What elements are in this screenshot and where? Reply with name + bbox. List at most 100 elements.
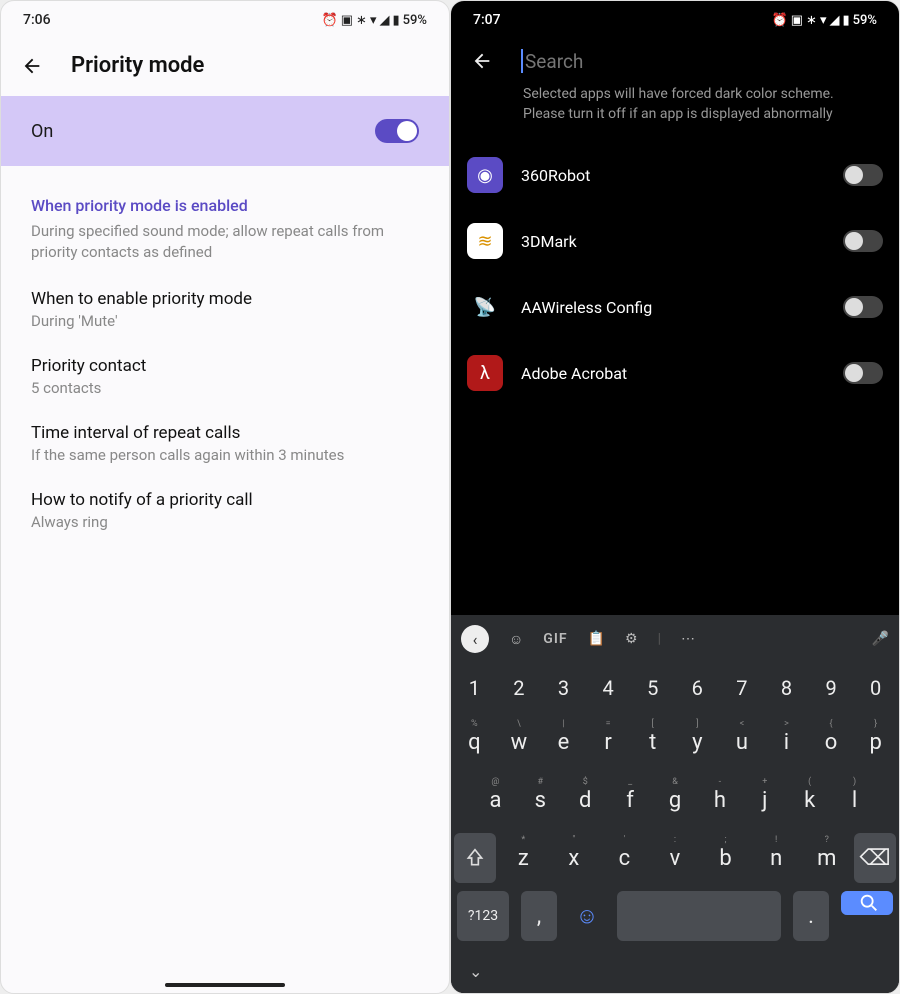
kb-collapse-left-icon[interactable]: ‹ <box>461 625 489 653</box>
mic-icon[interactable]: 🎤 <box>872 631 889 647</box>
space-key[interactable] <box>617 891 781 941</box>
key-v[interactable]: :v <box>652 833 699 883</box>
battery-icon: ▮ <box>842 13 849 28</box>
app-row: λAdobe Acrobat <box>467 340 883 406</box>
status-bar: 7:06 ⏰ ▣ ∗ ▾ ◢ ▮ 59% <box>1 1 449 31</box>
key-a[interactable]: @a <box>475 775 516 825</box>
more-icon[interactable]: ⋯ <box>681 631 695 647</box>
key-t[interactable]: [t <box>632 717 673 767</box>
app-toggle[interactable] <box>843 164 883 186</box>
key-n[interactable]: !n <box>753 833 800 883</box>
search-icon <box>858 892 880 914</box>
settings-item[interactable]: When to enable priority modeDuring 'Mute… <box>31 289 419 330</box>
key-3[interactable]: 3 <box>543 667 584 709</box>
key-p[interactable]: }p <box>855 717 896 767</box>
app-row: 📡AAWireless Config <box>467 274 883 340</box>
key-d[interactable]: $d <box>565 775 606 825</box>
key-l[interactable]: )l <box>834 775 875 825</box>
key-u[interactable]: <u <box>722 717 763 767</box>
key-6[interactable]: 6 <box>677 667 718 709</box>
gear-icon[interactable]: ⚙ <box>625 631 638 647</box>
key-x[interactable]: "x <box>551 833 598 883</box>
key-i[interactable]: >i <box>766 717 807 767</box>
sticker-icon[interactable]: ☺ <box>509 631 523 648</box>
status-bar: 7:07 ⏰ ▣ ∗ ▾ ◢ ▮ 59% <box>451 1 899 31</box>
backspace-key[interactable]: ⌫ <box>854 833 896 883</box>
master-toggle-switch[interactable] <box>375 119 419 143</box>
key-e[interactable]: |e <box>543 717 584 767</box>
backspace-icon: ⌫ <box>859 846 890 871</box>
key-w[interactable]: \w <box>499 717 540 767</box>
key-g[interactable]: &g <box>655 775 696 825</box>
key-?123[interactable]: ?123 <box>457 891 509 941</box>
key-8[interactable]: 8 <box>766 667 807 709</box>
section-header: When priority mode is enabled <box>31 196 419 215</box>
key-,[interactable]: , <box>521 891 557 941</box>
status-right: ⏰ ▣ ∗ ▾ ◢ ▮ 59% <box>322 13 427 28</box>
header: Priority mode <box>1 31 449 96</box>
key-b[interactable]: ;b <box>702 833 749 883</box>
emoji-icon: ☺ <box>576 903 598 929</box>
status-time: 7:06 <box>23 12 51 28</box>
collapse-keyboard-icon[interactable]: ⌄ <box>469 962 482 981</box>
search-key[interactable] <box>841 891 893 915</box>
key-q[interactable]: %q <box>454 717 495 767</box>
app-toggle[interactable] <box>843 362 883 384</box>
key-f[interactable]: _f <box>610 775 651 825</box>
settings-item-subtitle: Always ring <box>31 513 419 531</box>
emoji-key[interactable]: ☺ <box>569 891 605 941</box>
key-z[interactable]: *z <box>500 833 547 883</box>
settings-item[interactable]: How to notify of a priority callAlways r… <box>31 490 419 531</box>
settings-item-subtitle: 5 contacts <box>31 379 419 397</box>
key-0[interactable]: 0 <box>855 667 896 709</box>
key-7[interactable]: 7 <box>722 667 763 709</box>
back-button[interactable] <box>471 50 493 72</box>
settings-item[interactable]: Priority contact5 contacts <box>31 356 419 397</box>
battery-icon: ▮ <box>392 13 399 28</box>
keyboard: ‹ ☺ GIF 📋 ⚙ | ⋯ 🎤 1234567890 %q\w|e=r[t]… <box>451 615 899 993</box>
key-y[interactable]: ]y <box>677 717 718 767</box>
key-c[interactable]: 'c <box>601 833 648 883</box>
battery-percent: 59% <box>403 13 427 28</box>
app-toggle[interactable] <box>843 230 883 252</box>
settings-item-subtitle: If the same person calls again within 3 … <box>31 446 419 464</box>
key-.[interactable]: . <box>793 891 829 941</box>
app-list: ◉360Robot≋3DMark📡AAWireless ConfigλAdobe… <box>451 142 899 406</box>
back-button[interactable] <box>21 55 43 77</box>
info-text: Selected apps will have forced dark colo… <box>451 81 899 142</box>
key-o[interactable]: {o <box>811 717 852 767</box>
key-h[interactable]: -h <box>699 775 740 825</box>
app-toggle[interactable] <box>843 296 883 318</box>
search-input[interactable] <box>521 49 770 73</box>
key-s[interactable]: #s <box>520 775 561 825</box>
shift-key[interactable] <box>454 833 496 883</box>
key-r[interactable]: =r <box>588 717 629 767</box>
app-icon: 📡 <box>467 289 503 325</box>
key-1[interactable]: 1 <box>454 667 495 709</box>
shift-icon <box>465 848 485 868</box>
app-row: ≋3DMark <box>467 208 883 274</box>
status-time: 7:07 <box>473 12 501 28</box>
page-title: Priority mode <box>71 53 204 78</box>
wifi-icon: ▾ <box>370 13 377 28</box>
clipboard-icon[interactable]: 📋 <box>588 631 605 647</box>
app-icon: λ <box>467 355 503 391</box>
gif-button[interactable]: GIF <box>543 631 567 647</box>
battery-percent: 59% <box>853 13 877 28</box>
wifi-icon: ▾ <box>820 13 827 28</box>
status-right: ⏰ ▣ ∗ ▾ ◢ ▮ 59% <box>772 13 877 28</box>
key-k[interactable]: (k <box>789 775 830 825</box>
key-5[interactable]: 5 <box>632 667 673 709</box>
key-4[interactable]: 4 <box>588 667 629 709</box>
app-name: 360Robot <box>521 166 825 185</box>
settings-item[interactable]: Time interval of repeat callsIf the same… <box>31 423 419 464</box>
master-toggle-label: On <box>31 121 53 142</box>
signal-icon: ◢ <box>379 13 389 28</box>
key-9[interactable]: 9 <box>811 667 852 709</box>
key-m[interactable]: ?m <box>803 833 850 883</box>
settings-item-subtitle: During 'Mute' <box>31 312 419 330</box>
nav-pill[interactable] <box>165 983 285 987</box>
key-j[interactable]: +j <box>744 775 785 825</box>
key-2[interactable]: 2 <box>499 667 540 709</box>
master-toggle-row[interactable]: On <box>1 96 449 166</box>
